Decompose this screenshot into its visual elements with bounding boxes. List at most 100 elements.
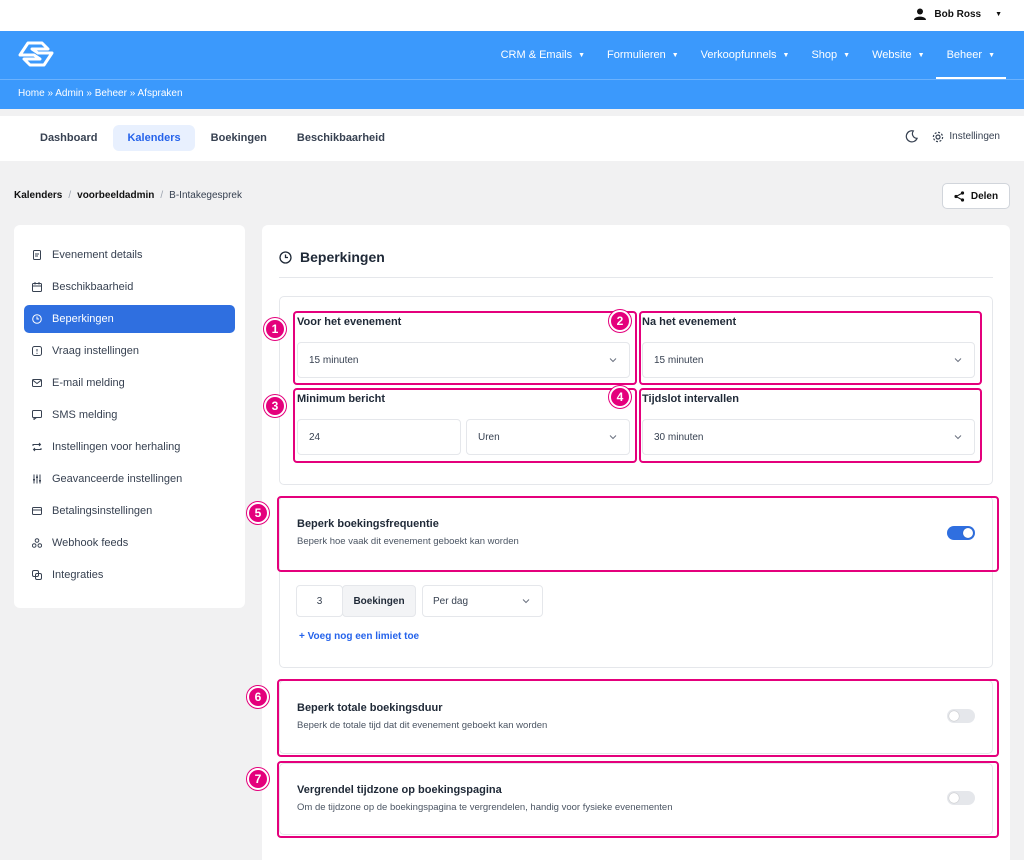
- crumb-kalenders[interactable]: Kalenders: [14, 190, 62, 201]
- sidebar-item-label: Geavanceerde instellingen: [52, 473, 183, 485]
- minimum-unit: Uren: [478, 431, 500, 443]
- before-value: 15 minuten: [309, 354, 359, 366]
- sidebar-item-label: SMS melding: [52, 409, 118, 421]
- interval-select[interactable]: 30 minuten: [642, 419, 975, 455]
- sidebar-item[interactable]: Beschikbaarheid: [24, 273, 235, 301]
- sidebar-item-label: Vraag instellingen: [52, 345, 140, 357]
- toggle-knob: [949, 793, 959, 803]
- highlight-timezone: [277, 761, 999, 838]
- settings-button[interactable]: Instellingen: [932, 131, 1000, 143]
- timezone-title: Vergrendel tijdzone op boekingspagina: [297, 784, 502, 796]
- timezone-desc: Om de tijdzone op de boekingspagina te v…: [297, 802, 673, 813]
- divider: [279, 277, 993, 278]
- nav-item-label: Formulieren: [607, 49, 666, 61]
- annotation-badge: 1: [264, 318, 286, 340]
- user-menu[interactable]: Bob Ross ▼: [914, 8, 1002, 20]
- sidebar-item[interactable]: Betalingsinstellingen: [24, 497, 235, 525]
- highlight-duration: [277, 679, 999, 757]
- caret-down-icon: ▼: [995, 10, 1002, 18]
- tab[interactable]: Kalenders: [113, 125, 195, 151]
- sidebar-item-label: Beschikbaarheid: [52, 281, 134, 293]
- nav-item[interactable]: Beheer ▼: [935, 33, 1006, 79]
- nav-item[interactable]: CRM & Emails ▼: [490, 31, 596, 79]
- before-label: Voor het evenement: [297, 316, 402, 328]
- duration-desc: Beperk de totale tijd dat dit evenement …: [297, 720, 548, 731]
- frequency-title: Beperk boekingsfrequentie: [297, 518, 439, 530]
- chevron-down-icon: [522, 599, 530, 604]
- caret-down-icon: ▼: [782, 51, 790, 59]
- user-bar: Bob Ross ▼: [0, 0, 1024, 31]
- moon-icon[interactable]: [905, 130, 919, 143]
- duration-toggle[interactable]: [947, 709, 975, 723]
- gear-icon: [933, 131, 944, 142]
- sliders-icon: [33, 474, 41, 484]
- settings-label: Instellingen: [949, 131, 1000, 142]
- sidebar-item-label: Instellingen voor herhaling: [52, 441, 181, 453]
- minimum-input[interactable]: 24: [297, 419, 461, 455]
- limit-count: 3: [316, 595, 323, 607]
- tabs: Dashboard Kalenders Boekingen Beschikbaarhe…: [26, 125, 399, 151]
- nav-item[interactable]: Website ▼: [861, 31, 935, 79]
- crumb-admin[interactable]: voorbeeldadmin: [77, 190, 154, 201]
- sidebar-item[interactable]: SMS melding: [24, 401, 235, 429]
- user-icon: [914, 8, 927, 20]
- clock-icon: [32, 314, 42, 324]
- sidebar-item[interactable]: Geavanceerde instellingen: [24, 465, 235, 493]
- add-limit-link[interactable]: + Voeg nog een limiet toe: [299, 631, 419, 642]
- sidebar-item[interactable]: Evenement details: [24, 241, 235, 269]
- chevron-down-icon: [954, 358, 962, 363]
- sidebar-item-label: Evenement details: [52, 249, 143, 261]
- before-select[interactable]: 15 minuten: [297, 342, 630, 378]
- webhook-icon: [32, 538, 42, 548]
- payment-icon: [32, 507, 42, 515]
- annotation-badge: 5: [247, 502, 269, 524]
- sidebar-item[interactable]: E-mail melding: [24, 369, 235, 397]
- interval-label: Tijdslot intervallen: [642, 393, 739, 405]
- clock-icon: [279, 250, 292, 264]
- limit-period: Per dag: [433, 595, 469, 607]
- nav-item-label: Beheer: [946, 49, 983, 61]
- limit-count-input[interactable]: 3: [296, 585, 343, 617]
- sidebar-item-label: Integraties: [52, 569, 104, 581]
- tab[interactable]: Dashboard: [26, 125, 111, 151]
- crumb-current: B-Intakegesprek: [169, 190, 242, 201]
- sidebar-item-label: Beperkingen: [52, 313, 114, 325]
- breadcrumb-text: Home » Admin » Beheer » Afspraken: [18, 88, 183, 99]
- nav-item[interactable]: Shop ▼: [800, 31, 861, 79]
- sidebar-item[interactable]: Vraag instellingen: [24, 337, 235, 365]
- sidebar-item[interactable]: Integraties: [24, 561, 235, 589]
- logo-icon: [18, 41, 54, 67]
- sidebar-item[interactable]: Webhook feeds: [24, 529, 235, 557]
- sidebar-item[interactable]: Instellingen voor herhaling: [24, 433, 235, 461]
- limit-period-select[interactable]: Per dag: [422, 585, 543, 617]
- frequency-toggle[interactable]: [947, 526, 975, 540]
- minimum-unit-select[interactable]: Uren: [466, 419, 630, 455]
- share-label: Delen: [970, 190, 999, 202]
- nav-item[interactable]: Formulieren ▼: [596, 31, 690, 79]
- sidebar-item-label: E-mail melding: [52, 377, 125, 389]
- timezone-toggle[interactable]: [947, 791, 975, 805]
- limit-row: 3 Boekingen Per dag: [296, 585, 543, 617]
- annotation-badge: 2: [609, 310, 631, 332]
- limit-unit: Boekingen: [342, 585, 416, 617]
- nav-item[interactable]: Verkoopfunnels ▼: [690, 31, 801, 79]
- document-icon: [33, 250, 41, 260]
- tab-bar: Dashboard Kalenders Boekingen Beschikbaarhe…: [0, 116, 1024, 161]
- tab[interactable]: Boekingen: [197, 125, 281, 151]
- logo[interactable]: [18, 41, 54, 70]
- chevron-down-icon: [609, 358, 617, 363]
- caret-down-icon: ▼: [671, 51, 679, 59]
- share-button[interactable]: Delen: [942, 183, 1010, 209]
- caret-down-icon: ▼: [988, 51, 995, 59]
- annotation-badge: 7: [247, 768, 269, 790]
- nav-menu: CRM & Emails ▼ Formulieren ▼ Verkoopfunnels ▼…: [490, 31, 1006, 79]
- minimum-value: 24: [309, 431, 321, 443]
- breadcrumb: Home » Admin » Beheer » Afspraken: [0, 79, 1024, 109]
- annotation-badge: 6: [247, 686, 269, 708]
- annotation-badge: 3: [264, 395, 286, 417]
- toggle-knob: [949, 711, 959, 721]
- after-select[interactable]: 15 minuten: [642, 342, 975, 378]
- sidebar-item[interactable]: Beperkingen: [24, 305, 235, 333]
- after-label: Na het evenement: [642, 316, 737, 328]
- tab[interactable]: Beschikbaarheid: [283, 125, 399, 151]
